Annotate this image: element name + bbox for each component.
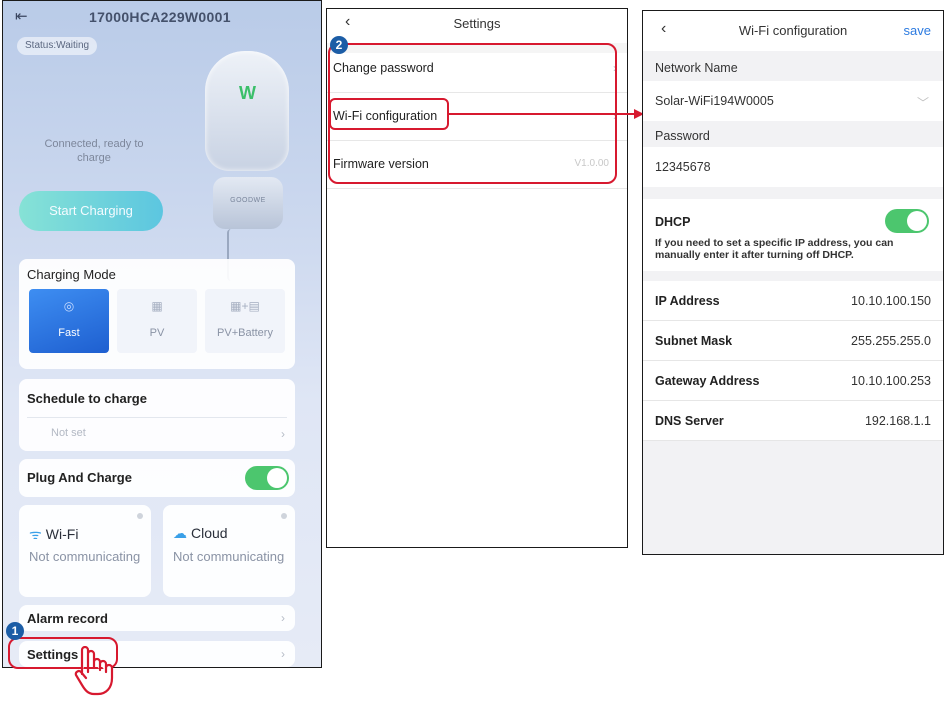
mode-label: Fast xyxy=(58,327,80,339)
wifi-status-card: ᯤ Wi-Fi Not communicating xyxy=(19,505,151,597)
wifi-configuration-screen: ‹ Wi-Fi configuration save Network Name … xyxy=(642,10,944,555)
brand-logo-icon: W xyxy=(239,83,256,103)
alarm-record-label: Alarm record xyxy=(27,611,108,626)
step-badge-1: 1 xyxy=(6,622,24,640)
password-label: Password xyxy=(655,129,710,143)
mode-label: PV+Battery xyxy=(217,327,273,339)
wifi-label: Wi-Fi xyxy=(45,526,79,542)
mode-option-pv[interactable]: ▦ PV xyxy=(117,289,197,353)
chevron-right-icon: › xyxy=(281,427,285,441)
exit-icon[interactable]: ⇤ xyxy=(15,7,28,25)
start-charging-button[interactable]: Start Charging xyxy=(19,191,163,231)
connection-text: Connected, ready to charge xyxy=(44,138,144,164)
charging-mode-title: Charging Mode xyxy=(27,267,116,282)
subnet-mask-row[interactable]: Subnet Mask 255.255.255.0 xyxy=(643,321,943,361)
network-name-value: Solar-WiFi194W0005 xyxy=(655,94,774,108)
charging-mode-card: Charging Mode ◎ Fast ▦ PV ▦+▤ PV+Battery xyxy=(19,259,295,369)
charger-plug: GOODWE xyxy=(213,177,283,229)
status-dot xyxy=(281,513,287,519)
network-name-select[interactable]: Solar-WiFi194W0005 ﹀ xyxy=(643,81,943,121)
solar-battery-icon: ▦+▤ xyxy=(230,299,260,313)
top-bar: ⇤ 17000HCA229W0001 xyxy=(3,1,321,31)
step-badge-2: 2 xyxy=(330,36,348,54)
wifi-status: Not communicating xyxy=(29,549,141,564)
schedule-card[interactable]: Schedule to charge Not set › xyxy=(19,379,295,451)
status-badge: Status:Waiting xyxy=(17,37,98,55)
gateway-address-row[interactable]: Gateway Address 10.10.100.253 xyxy=(643,361,943,401)
password-value: 12345678 xyxy=(655,160,711,174)
chevron-right-icon: › xyxy=(281,647,285,661)
schedule-title: Schedule to charge xyxy=(27,391,147,406)
subnet-mask-value: 255.255.255.0 xyxy=(851,334,931,348)
plug-and-charge-label: Plug And Charge xyxy=(27,470,132,485)
alarm-record-row[interactable]: Alarm record › xyxy=(19,605,295,631)
mode-label: PV xyxy=(149,327,165,339)
cloud-status-card: ☁ Cloud Not communicating xyxy=(163,505,295,597)
status-dot xyxy=(137,513,143,519)
schedule-value: Not set xyxy=(51,427,86,439)
cloud-icon: ☁ xyxy=(173,525,187,541)
solar-panel-icon: ▦ xyxy=(151,299,163,313)
page-title: Settings xyxy=(453,16,501,31)
gateway-address-value: 10.10.100.253 xyxy=(851,374,931,388)
brand-name: GOODWE xyxy=(230,197,266,204)
subnet-mask-label: Subnet Mask xyxy=(655,334,733,348)
mode-option-fast[interactable]: ◎ Fast xyxy=(29,289,109,353)
plug-and-charge-toggle[interactable] xyxy=(245,466,289,490)
pointing-hand-icon xyxy=(74,646,114,696)
nav-bar: ‹ Settings xyxy=(327,9,627,41)
save-button[interactable]: save xyxy=(904,23,931,38)
plug-and-charge-card: Plug And Charge xyxy=(19,459,295,497)
page-title: Wi-Fi configuration xyxy=(738,23,848,38)
chevron-down-icon: ﹀ xyxy=(916,96,929,110)
mode-option-pv-battery[interactable]: ▦+▤ PV+Battery xyxy=(205,289,285,353)
highlight-wifi-configuration xyxy=(329,98,449,130)
cloud-status: Not communicating xyxy=(173,549,285,564)
dns-server-label: DNS Server xyxy=(655,414,724,428)
dns-server-value: 192.168.1.1 xyxy=(864,414,931,428)
cloud-title: ☁ Cloud xyxy=(173,525,228,542)
nav-bar: ‹ Wi-Fi configuration save xyxy=(643,11,943,51)
chevron-right-icon: › xyxy=(281,611,285,625)
dhcp-toggle[interactable] xyxy=(885,209,929,233)
dhcp-label: DHCP xyxy=(655,215,691,229)
charger-home-screen: ⇤ 17000HCA229W0001 Status:Waiting W GOOD… xyxy=(2,0,322,668)
gateway-address-label: Gateway Address xyxy=(655,374,760,388)
device-serial: 17000HCA229W0001 xyxy=(89,9,231,25)
divider xyxy=(27,417,287,418)
dhcp-section: DHCP If you need to set a specific IP ad… xyxy=(643,199,943,271)
ip-address-value: 10.10.100.150 xyxy=(851,294,931,308)
wifi-icon: ᯤ xyxy=(29,526,42,542)
arrow-to-wifi-config xyxy=(448,109,644,119)
lightning-icon: ◎ xyxy=(63,299,75,313)
password-field[interactable]: 12345678 xyxy=(643,147,943,187)
ip-address-label: IP Address xyxy=(655,294,720,308)
dns-server-row[interactable]: DNS Server 192.168.1.1 xyxy=(643,401,943,441)
charger-body: W xyxy=(205,51,289,171)
cloud-label: Cloud xyxy=(191,525,228,541)
wifi-title: ᯤ Wi-Fi xyxy=(29,525,78,544)
charger-illustration: W GOODWE xyxy=(199,51,295,281)
dhcp-note: If you need to set a specific IP address… xyxy=(655,237,894,261)
ip-address-row[interactable]: IP Address 10.10.100.150 xyxy=(643,281,943,321)
network-name-label: Network Name xyxy=(655,61,738,75)
